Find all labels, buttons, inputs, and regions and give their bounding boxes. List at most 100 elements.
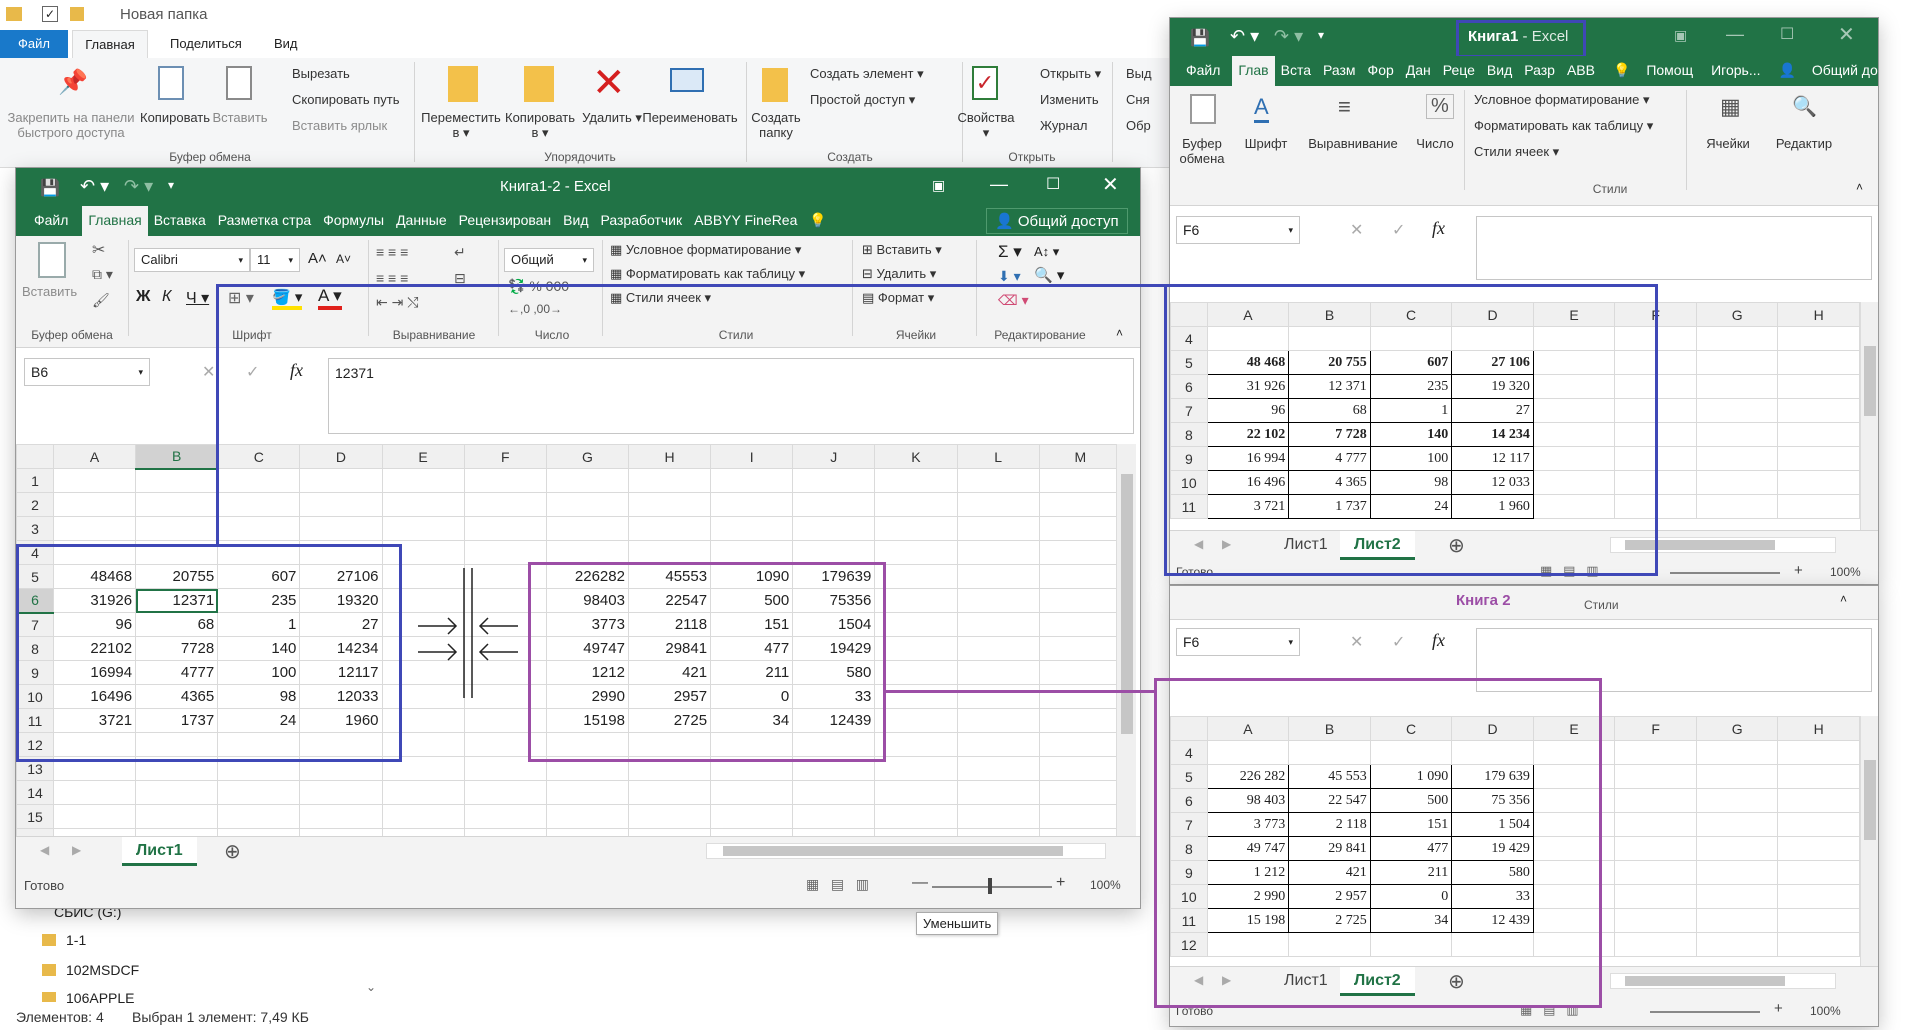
cell[interactable] — [1614, 836, 1697, 861]
cell[interactable] — [1777, 422, 1860, 447]
cell[interactable] — [463, 516, 547, 541]
cell[interactable] — [956, 828, 1040, 836]
cell[interactable] — [710, 780, 794, 805]
cell[interactable] — [627, 780, 712, 805]
tab-data[interactable]: Данные — [390, 206, 453, 236]
column-header[interactable]: C — [217, 444, 301, 469]
cell[interactable] — [52, 804, 137, 829]
cell[interactable] — [52, 516, 137, 541]
cell[interactable] — [874, 804, 958, 829]
cell[interactable] — [956, 468, 1040, 493]
font-button[interactable]: Шрифт — [1238, 136, 1294, 151]
cell[interactable] — [627, 492, 712, 517]
invert-selection-button[interactable]: Обр — [1126, 118, 1151, 133]
cell[interactable] — [874, 540, 958, 565]
cell[interactable] — [792, 804, 876, 829]
align-top-icon[interactable]: ≡ ≡ ≡ — [376, 244, 408, 260]
format-as-table-button[interactable]: Форматировать как таблицу ▾ — [1474, 118, 1653, 134]
tab-file[interactable]: Файл — [26, 206, 82, 236]
minimize-icon[interactable]: — — [990, 174, 1008, 195]
checkbox-icon[interactable]: ✓ — [42, 6, 58, 22]
vertical-scrollbar[interactable] — [1116, 444, 1136, 836]
ribbon-display-icon[interactable]: ▣ — [932, 177, 945, 194]
cell[interactable] — [1777, 812, 1860, 837]
cell[interactable] — [627, 540, 712, 565]
tab-view[interactable]: Вид — [557, 206, 594, 236]
column-header[interactable]: E — [381, 444, 465, 469]
cell[interactable] — [956, 804, 1040, 829]
decimal-icon[interactable]: ←,0 ,00→ — [508, 302, 562, 316]
cell[interactable] — [1777, 446, 1860, 471]
insert-function-icon[interactable]: fx — [1432, 630, 1445, 651]
cell[interactable] — [135, 468, 219, 493]
cell[interactable] — [1695, 740, 1779, 765]
cell[interactable] — [463, 804, 547, 829]
pin-button[interactable]: Закрепить на панели быстрого доступа — [6, 110, 136, 140]
scissors-icon[interactable]: ✂ — [92, 240, 105, 260]
zoom-slider[interactable] — [932, 886, 1052, 888]
move-button[interactable]: Переместить в ▾ — [420, 110, 502, 140]
cell[interactable] — [1614, 932, 1697, 957]
cell[interactable] — [627, 804, 712, 829]
cell[interactable] — [545, 804, 629, 829]
cell[interactable] — [545, 468, 629, 493]
cell[interactable] — [135, 828, 219, 836]
cell[interactable] — [710, 828, 794, 836]
cell[interactable] — [1038, 684, 1123, 709]
row-header[interactable]: 2 — [16, 492, 54, 517]
cell[interactable] — [1038, 660, 1123, 685]
cell[interactable] — [1777, 932, 1860, 957]
select-all-corner[interactable] — [16, 444, 54, 469]
cell[interactable] — [299, 468, 383, 493]
cell[interactable] — [1614, 860, 1697, 885]
cell[interactable] — [710, 540, 794, 565]
column-header[interactable]: B — [135, 444, 219, 470]
cell[interactable] — [1038, 588, 1123, 613]
cell[interactable] — [135, 804, 219, 829]
copy-path-button[interactable]: Скопировать путь — [292, 92, 400, 107]
cell[interactable] — [1695, 908, 1779, 933]
cell[interactable] — [874, 612, 958, 637]
delete-cells-button[interactable]: ⊟ Удалить ▾ — [862, 266, 936, 282]
tree-item-folder[interactable]: 102MSDCF — [66, 962, 139, 978]
delete-button[interactable]: Удалить ▾ — [582, 110, 642, 125]
cell[interactable] — [217, 828, 301, 836]
cell[interactable] — [1777, 398, 1860, 423]
cell[interactable] — [874, 516, 958, 541]
italic-icon[interactable]: К — [162, 288, 171, 306]
minimize-icon[interactable]: — — [1726, 24, 1744, 45]
lightbulb-icon[interactable]: 💡 — [803, 206, 832, 236]
save-icon[interactable]: 💾 — [1190, 28, 1210, 48]
cell[interactable] — [1038, 636, 1123, 661]
cell[interactable] — [874, 708, 958, 733]
cell[interactable] — [956, 732, 1040, 757]
tab-review[interactable]: Реце — [1437, 56, 1481, 86]
cell[interactable] — [1695, 932, 1779, 957]
font-color-icon[interactable]: A ▾ — [318, 286, 342, 310]
insert-cells-button[interactable]: ⊞ Вставить ▾ — [862, 242, 942, 258]
cell[interactable] — [792, 492, 876, 517]
cell[interactable] — [1777, 350, 1860, 375]
column-header[interactable]: L — [956, 444, 1040, 469]
sheet-tab-1[interactable]: Лист1 — [122, 837, 197, 866]
cell[interactable] — [874, 588, 958, 613]
prev-sheet-icon[interactable]: ◀ — [40, 843, 49, 857]
bold-icon[interactable]: Ж — [136, 288, 150, 306]
open-button[interactable]: Открыть ▾ — [1040, 66, 1101, 82]
paste-button[interactable]: Вставить — [212, 110, 268, 125]
tab-view[interactable]: Вид — [1481, 56, 1518, 86]
customize-qat-icon[interactable]: ▾ — [1318, 28, 1324, 42]
cell[interactable] — [956, 684, 1040, 709]
clear-icon[interactable]: ⌫ ▾ — [998, 292, 1029, 309]
column-header[interactable]: D — [299, 444, 383, 469]
row-header[interactable]: 1 — [16, 468, 54, 493]
name-box[interactable]: B6 ▾ — [24, 358, 150, 386]
tab-developer[interactable]: Разработчик — [594, 206, 688, 236]
cell[interactable] — [1038, 468, 1123, 493]
row-header[interactable]: 16 — [16, 828, 54, 836]
cell[interactable] — [1695, 884, 1779, 909]
row-header[interactable]: 3 — [16, 516, 54, 541]
column-header[interactable]: A — [52, 444, 137, 469]
vertical-scrollbar[interactable] — [1860, 716, 1878, 966]
tree-item-folder[interactable]: 1-1 — [66, 932, 86, 948]
